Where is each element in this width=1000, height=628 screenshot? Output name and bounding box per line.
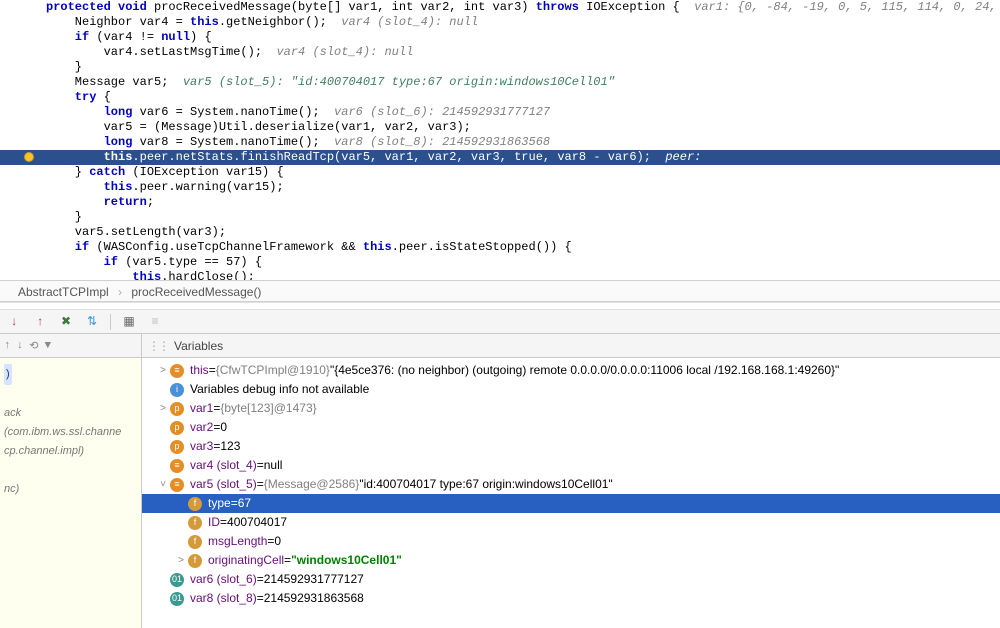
expand-arrow-icon[interactable]: ˅ [156, 475, 170, 494]
var-kind-badge: f [188, 497, 202, 511]
variables-title: Variables [174, 339, 223, 353]
frame-up-icon[interactable]: ↑ [4, 340, 11, 352]
chevron-right-icon: › [118, 285, 122, 299]
var-kind-badge: f [188, 554, 202, 568]
var-name: type [208, 494, 231, 513]
breadcrumb[interactable]: AbstractTCPImpl › procReceivedMessage() [0, 280, 1000, 302]
var-name: ID [208, 513, 220, 532]
var-object: {CfwTCPImpl@1910} [216, 361, 330, 380]
var-kind-badge: ≡ [170, 364, 184, 378]
var-name: var4 (slot_4) [190, 456, 257, 475]
variable-row[interactable]: ˅≡var5 (slot_5) = {Message@2586} "id:400… [142, 475, 1000, 494]
var-name: var1 [190, 399, 213, 418]
variable-row[interactable]: 01var8 (slot_8) = 214592931863568 [142, 589, 1000, 608]
frame-item[interactable]: cp.channel.impl) [4, 442, 137, 461]
var-kind-badge: ≡ [170, 478, 184, 492]
expand-arrow-icon[interactable]: > [156, 361, 170, 380]
var-value: "{4e5ce376: (no neighbor) (outgoing) rem… [330, 361, 839, 380]
var-kind-badge: f [188, 516, 202, 530]
variable-row[interactable]: fmsgLength = 0 [142, 532, 1000, 551]
var-value: 400704017 [227, 513, 287, 532]
variable-row[interactable]: >foriginatingCell = "windows10Cell01" [142, 551, 1000, 570]
var-name: var2 [190, 418, 213, 437]
variable-row[interactable]: ftype = 67 [142, 494, 1000, 513]
variable-row[interactable]: 01var6 (slot_6) = 214592931777127 [142, 570, 1000, 589]
variable-row[interactable]: ≡var4 (slot_4) = null [142, 456, 1000, 475]
frame-item[interactable]: ack (com.ibm.ws.ssl.channe [4, 404, 137, 442]
breadcrumb-method[interactable]: procReceivedMessage() [131, 285, 261, 299]
variables-panel[interactable]: ⋮⋮ Variables >≡this = {CfwTCPImpl@1910} … [142, 334, 1000, 628]
debug-toolbar: ↓ ↑ ✖ ⇅ ▦ ≡ [0, 310, 1000, 334]
var-value: 214592931777127 [264, 570, 364, 589]
frames-toolbar: ↑ ↓ ⟲ ▼ [0, 334, 141, 358]
current-execution-line: this.peer.netStats.finishReadTcp(var5, v… [0, 150, 1000, 165]
var-kind-badge: i [170, 383, 184, 397]
variable-row[interactable]: pvar2 = 0 [142, 418, 1000, 437]
var-value: 0 [220, 418, 227, 437]
frame-item[interactable]: nc) [4, 480, 137, 499]
var-name: this [190, 361, 209, 380]
step-out-icon[interactable]: ↑ [32, 314, 48, 330]
var-kind-badge: p [170, 421, 184, 435]
var-value: 67 [238, 494, 251, 513]
expand-arrow-icon[interactable]: > [156, 399, 170, 418]
var-object: {Message@2586} [264, 475, 360, 494]
var-name: msgLength [208, 532, 267, 551]
mute-breakpoints-icon[interactable]: ✖ [58, 314, 74, 330]
var-name: var8 (slot_8) [190, 589, 257, 608]
frame-down-icon[interactable]: ↓ [17, 340, 24, 352]
breakpoint-icon[interactable] [24, 152, 34, 162]
var-value: Variables debug info not available [190, 380, 369, 399]
frame-refresh-icon[interactable]: ⟲ [29, 339, 38, 353]
var-value: 0 [274, 532, 281, 551]
swap-icon[interactable]: ⇅ [84, 314, 100, 330]
variable-row[interactable]: >≡this = {CfwTCPImpl@1910} "{4e5ce376: (… [142, 361, 1000, 380]
var-value: 214592931863568 [264, 589, 364, 608]
variable-row[interactable]: >pvar1 = {byte[123]@1473} [142, 399, 1000, 418]
grip-icon[interactable]: ⋮⋮ [148, 339, 168, 353]
expand-arrow-icon[interactable]: > [174, 551, 188, 570]
variable-row[interactable]: pvar3 = 123 [142, 437, 1000, 456]
filter-icon[interactable]: ▼ [44, 340, 51, 352]
var-value: null [264, 456, 283, 475]
step-into-icon[interactable]: ↓ [6, 314, 22, 330]
var-kind-badge: 01 [170, 573, 184, 587]
layout-icon[interactable]: ≡ [147, 314, 163, 330]
variable-row[interactable]: i Variables debug info not available [142, 380, 1000, 399]
variable-row[interactable]: fID = 400704017 [142, 513, 1000, 532]
var-kind-badge: f [188, 535, 202, 549]
var-kind-badge: ≡ [170, 459, 184, 473]
variables-header: ⋮⋮ Variables [142, 334, 1000, 358]
var-name: var3 [190, 437, 213, 456]
frames-panel[interactable]: ↑ ↓ ⟲ ▼ ) ack (com.ibm.ws.ssl.channe cp.… [0, 334, 142, 628]
grid-icon[interactable]: ▦ [121, 314, 137, 330]
selected-frame[interactable]: ) [4, 364, 12, 385]
code-editor[interactable]: protected void procReceivedMessage(byte[… [0, 0, 1000, 280]
var-kind-badge: p [170, 402, 184, 416]
var-value: "id:400704017 type:67 origin:windows10Ce… [359, 475, 612, 494]
var-object: {byte[123]@1473} [220, 399, 316, 418]
var-kind-badge: p [170, 440, 184, 454]
var-value: 123 [220, 437, 240, 456]
breadcrumb-file[interactable]: AbstractTCPImpl [18, 285, 109, 299]
var-name: var5 (slot_5) [190, 475, 257, 494]
var-name: var6 (slot_6) [190, 570, 257, 589]
var-value: "windows10Cell01" [291, 551, 402, 570]
var-kind-badge: 01 [170, 592, 184, 606]
var-name: originatingCell [208, 551, 284, 570]
